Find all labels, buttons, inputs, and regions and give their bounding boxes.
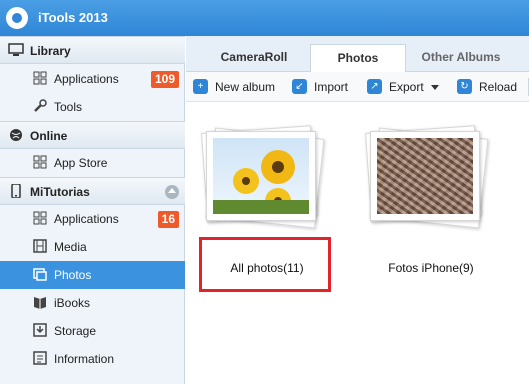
sidebar-item-device-applications[interactable]: Applications 16 (0, 205, 185, 233)
sidebar-item-information[interactable]: Information (0, 345, 185, 373)
album-all-photos[interactable] (198, 123, 328, 243)
sunflower-center (272, 161, 284, 173)
sidebar-item-label: Information (54, 352, 115, 366)
sidebar-item-label: Photos (54, 268, 92, 282)
info-icon (32, 351, 48, 367)
storage-icon (32, 323, 48, 339)
sunflower-center (242, 177, 250, 185)
button-label: Import (314, 80, 349, 94)
album-fotos-iphone[interactable] (362, 123, 492, 243)
new-album-icon: + (193, 79, 208, 94)
sidebar-item-label: Storage (54, 324, 97, 338)
album-thumbnail (370, 131, 480, 221)
new-album-button[interactable]: + New album (193, 79, 285, 95)
section-label: MiTutorias (30, 185, 90, 199)
toolbar: + New album ↙ Import ↗ Export ↻ Reload (186, 72, 529, 102)
tab-bar: CameraRoll Photos Other Albums (186, 36, 529, 72)
count-badge: 16 (157, 211, 179, 228)
selection-highlight (199, 237, 331, 292)
sidebar-item-storage[interactable]: Storage (0, 317, 185, 345)
sidebar-item-label: Tools (54, 100, 83, 114)
aerial-city-photo (377, 138, 473, 214)
button-label: Export (389, 80, 424, 94)
count-badge: 109 (150, 71, 179, 88)
collapse-icon[interactable] (165, 185, 179, 199)
export-button[interactable]: ↗ Export (367, 79, 441, 95)
section-online[interactable]: Online (0, 121, 185, 149)
tab-photos[interactable]: Photos (310, 44, 406, 72)
sidebar-item-label: iBooks (54, 296, 91, 310)
monitor-icon (8, 43, 24, 57)
sidebar-item-label: Media (54, 240, 87, 254)
reload-icon: ↻ (457, 79, 472, 94)
import-icon: ↙ (292, 79, 307, 94)
dropdown-caret-icon[interactable] (431, 85, 439, 90)
button-label: New album (215, 80, 276, 94)
import-button[interactable]: ↙ Import (292, 79, 354, 95)
sidebar-item-label: App Store (54, 156, 108, 170)
sidebar-item-photos[interactable]: Photos (0, 261, 185, 289)
sidebar-item-tools[interactable]: Tools (0, 93, 185, 121)
section-library[interactable]: Library (0, 36, 185, 64)
photo-icon (32, 267, 48, 283)
wrench-icon (32, 99, 48, 115)
albums-view: All photos(11) Fotos iPhone(9) (186, 103, 529, 384)
reload-button[interactable]: ↻ Reload (457, 79, 519, 95)
tab-other-albums[interactable]: Other Albums (408, 44, 514, 72)
sidebar-item-applications[interactable]: Applications 109 (0, 65, 185, 93)
button-label: Reload (479, 80, 518, 94)
section-device[interactable]: MiTutorias (0, 177, 185, 205)
section-label: Library (30, 44, 71, 58)
tab-cameraroll[interactable]: CameraRoll (198, 44, 310, 72)
sidebar-item-ibooks[interactable]: iBooks (0, 289, 185, 317)
grid-icon (32, 211, 48, 227)
book-icon (32, 295, 48, 311)
grid-icon (32, 71, 48, 87)
sidebar-item-media[interactable]: Media (0, 233, 185, 261)
app-title: iTools 2013 (38, 10, 108, 25)
sunflower-photo (213, 138, 309, 214)
section-label: Online (30, 129, 68, 143)
title-bar: iTools 2013 (0, 0, 529, 36)
phone-icon (8, 183, 24, 199)
film-icon (32, 239, 48, 255)
sidebar: Library Applications 109 Tools Online Ap… (0, 36, 185, 384)
sidebar-item-label: Applications (54, 212, 119, 226)
album-label-fotos-iphone[interactable]: Fotos iPhone(9) (366, 261, 496, 275)
grid-icon (32, 155, 48, 171)
globe-icon (8, 128, 24, 142)
leaves (213, 200, 309, 214)
album-thumbnail (206, 131, 316, 221)
sidebar-item-label: Applications (54, 72, 119, 86)
itools-logo-icon (6, 7, 28, 29)
export-icon: ↗ (367, 79, 382, 94)
sidebar-item-app-store[interactable]: App Store (0, 149, 185, 177)
